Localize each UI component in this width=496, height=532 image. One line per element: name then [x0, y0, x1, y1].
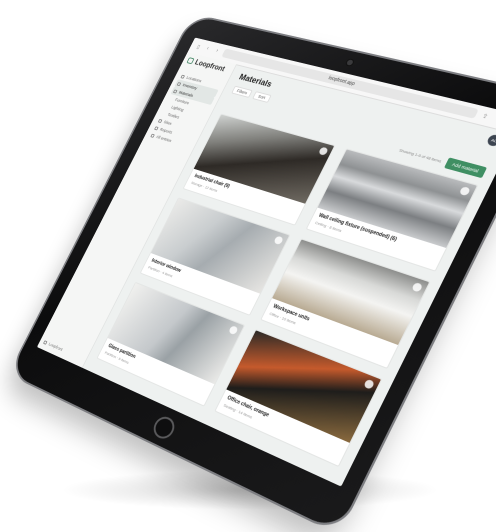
sort-button[interactable]: Sort — [252, 91, 272, 103]
sidebar-footer-label: Loopfront — [47, 341, 64, 352]
page-title: Materials — [237, 71, 274, 89]
list-icon — [150, 133, 156, 138]
sidebar-footer[interactable]: Loopfront — [43, 339, 63, 352]
forward-icon[interactable]: › — [213, 48, 221, 55]
select-icon[interactable] — [458, 186, 471, 197]
sidebar-item-label: All entries — [155, 134, 173, 144]
chart-icon — [154, 125, 159, 131]
select-icon[interactable] — [363, 378, 375, 390]
select-icon[interactable] — [411, 282, 424, 293]
map-icon — [158, 118, 163, 123]
select-icon[interactable] — [228, 325, 239, 336]
back-icon[interactable]: ‹ — [204, 45, 212, 52]
box-icon — [176, 81, 182, 86]
select-icon[interactable] — [318, 146, 329, 156]
address-text: loopfront.app — [327, 75, 356, 88]
app-shell: Loopfront Locations Inventory Materials … — [36, 52, 496, 486]
tablet-device: ▯ ‹ › loopfront.app ⇪ + ▤ Loopfront Loca… — [9, 15, 496, 532]
sidebar-item-label: Sites — [162, 119, 173, 126]
add-material-button[interactable]: Add material — [443, 157, 488, 179]
avatar[interactable]: AL — [485, 133, 496, 148]
brand-name: Loopfront — [193, 58, 227, 74]
share-icon[interactable]: ⇪ — [480, 112, 491, 120]
results-count: Showing 1-6 of 48 items — [398, 147, 443, 164]
layers-icon — [173, 89, 178, 94]
user-icon — [43, 339, 48, 345]
pin-icon — [180, 74, 186, 79]
select-icon[interactable] — [273, 235, 284, 246]
sidebar-icon[interactable]: ▯ — [194, 43, 202, 50]
plus-icon[interactable]: + — [492, 115, 496, 123]
filter-button[interactable]: Filters — [231, 85, 253, 99]
